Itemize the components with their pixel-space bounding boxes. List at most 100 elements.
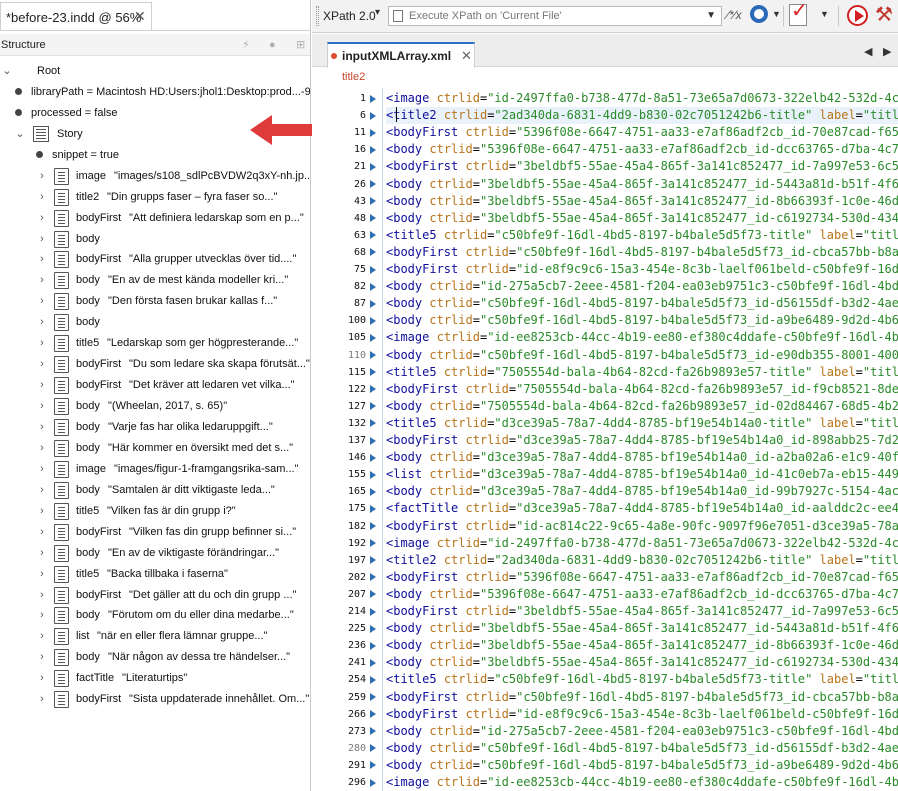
fold-expand-icon[interactable] <box>370 624 376 633</box>
fold-expand-icon[interactable] <box>370 248 376 257</box>
code-line[interactable]: <body ctrlid="5396f08e-6647-4751-aa33-e7… <box>386 141 898 158</box>
chevron-right-icon[interactable]: › <box>37 190 47 204</box>
chevron-right-icon[interactable]: › <box>37 273 47 287</box>
code-line[interactable]: <body ctrlid="3beldbf5-55ae-45a4-865f-3a… <box>386 620 898 637</box>
fold-expand-icon[interactable] <box>370 111 376 120</box>
code-line[interactable]: <title5 ctrlid="d3ce39a5-78a7-4dd4-8785-… <box>386 415 898 432</box>
code-line[interactable]: <body ctrlid="id-275a5cb7-2eee-4581-f204… <box>386 723 898 740</box>
fold-expand-icon[interactable] <box>370 675 376 684</box>
chevron-down-icon[interactable]: ⌄ <box>15 127 25 141</box>
fold-expand-icon[interactable] <box>370 316 376 325</box>
tree-node[interactable]: libraryPath = Macintosh HD:Users:jhol1:D… <box>0 82 310 103</box>
close-icon[interactable]: ✕ <box>461 48 472 64</box>
fold-expand-icon[interactable] <box>370 180 376 188</box>
circle-icon[interactable]: ● <box>269 38 276 52</box>
code-line[interactable]: <body ctrlid="3beldbf5-55ae-45a4-865f-3a… <box>386 637 898 654</box>
fold-expand-icon[interactable] <box>370 402 376 411</box>
tree-node[interactable]: › body "En av de mest kända modeller kri..… <box>0 270 310 291</box>
tree-node[interactable]: › bodyFirst "Det gäller att du och din gru… <box>0 585 310 606</box>
tree-node[interactable]: › body "Samtalen är ditt viktigaste leda..… <box>0 480 310 501</box>
chevron-left-icon[interactable]: ◀ <box>864 45 872 58</box>
chevron-right-icon[interactable]: › <box>37 252 47 266</box>
fold-expand-icon[interactable] <box>370 419 376 428</box>
code-line[interactable]: <bodyFirst ctrlid="7505554d-bala-4b64-82… <box>386 381 898 398</box>
fold-expand-icon[interactable] <box>370 368 376 377</box>
code-line[interactable]: <bodyFirst ctrlid="5396f08e-6647-4751-aa… <box>386 569 898 586</box>
tree-node[interactable]: › body "Varje fas har olika ledaruppgift..… <box>0 417 310 438</box>
tree-node[interactable]: › body "Här kommer en översikt med det s..… <box>0 438 310 459</box>
code-line[interactable]: <title5 ctrlid="c50bfe9f-16dl-4bd5-8197-… <box>386 227 898 244</box>
fold-expand-icon[interactable] <box>370 658 376 667</box>
code-line[interactable]: <title5 ctrlid="c50bfe9f-16dl-4bd5-8197-… <box>386 671 898 688</box>
chevron-right-icon[interactable]: › <box>37 546 47 560</box>
chevron-right-icon[interactable]: › <box>37 483 47 497</box>
fold-expand-icon[interactable] <box>370 607 376 616</box>
chevron-right-icon[interactable]: › <box>37 357 47 371</box>
chevron-right-icon[interactable]: › <box>37 671 47 685</box>
fold-expand-icon[interactable] <box>370 94 376 103</box>
fold-expand-icon[interactable] <box>370 145 376 154</box>
chevron-right-icon[interactable]: › <box>37 211 47 225</box>
fold-expand-icon[interactable] <box>370 162 376 171</box>
fold-expand-icon[interactable] <box>370 333 376 342</box>
chevron-right-icon[interactable]: › <box>37 567 47 581</box>
tree-node[interactable]: › title5 "Vilken fas är din grupp i?" <box>0 501 310 522</box>
chevron-right-icon[interactable]: › <box>37 336 47 350</box>
chevron-right-icon[interactable]: › <box>37 169 47 183</box>
fold-expand-icon[interactable] <box>370 590 376 599</box>
tree-node[interactable]: › image "images/s108_sdlPcBVDW2q3xY-nh.jp.… <box>0 166 310 187</box>
xpath-input[interactable]: Execute XPath on 'Current File' ▼ <box>388 6 722 26</box>
chevron-right-icon[interactable]: › <box>37 441 47 455</box>
toolbar-grip[interactable] <box>316 6 319 26</box>
code-line[interactable]: <title2 ctrlid="2ad340da-6831-4dd9-b830-… <box>386 107 898 125</box>
code-line[interactable]: <image ctrlid="id-2497ffa0-b738-477d-8a5… <box>386 90 898 107</box>
code-line[interactable]: <bodyFirst ctrlid="c50bfe9f-16dl-4bd5-81… <box>386 689 898 706</box>
tree-node[interactable]: › body "När någon av dessa tre händelser..… <box>0 647 310 668</box>
chevron-down-icon[interactable]: ▼ <box>820 9 829 19</box>
chevron-right-icon[interactable]: › <box>37 608 47 622</box>
chevron-right-icon[interactable]: › <box>37 378 47 392</box>
transform-icon[interactable] <box>847 5 868 26</box>
fold-expand-icon[interactable] <box>370 385 376 394</box>
fold-expand-icon[interactable] <box>370 231 376 240</box>
tree-node[interactable]: › body "(Wheelan, 2017, s. 65)" <box>0 396 310 417</box>
tree-node[interactable]: › body "En av de viktigaste förändringar..… <box>0 543 310 564</box>
xpath-version-label[interactable]: XPath 2.0 <box>323 9 376 23</box>
tree-node[interactable]: › bodyFirst "Vilken fas din grupp befinner… <box>0 522 310 543</box>
fold-expand-icon[interactable] <box>370 299 376 308</box>
tree-node[interactable]: › bodyFirst "Alla grupper utvecklas över t… <box>0 249 310 270</box>
code-line[interactable]: <bodyFirst ctrlid="id-e8f9c9c6-15a3-454e… <box>386 261 898 278</box>
code-line[interactable]: <body ctrlid="c50bfe9f-16dl-4bd5-8197-b4… <box>386 312 898 329</box>
fold-expand-icon[interactable] <box>370 436 376 445</box>
fold-expand-icon[interactable] <box>370 487 376 496</box>
editor-tab-inputxmlarray[interactable]: inputXMLArray.xml ✕ <box>327 42 475 68</box>
fold-expand-icon[interactable] <box>370 282 376 291</box>
tree-node[interactable]: › bodyFirst "Att definiera ledarskap som e… <box>0 208 310 229</box>
tree-node[interactable]: ⌄ Root <box>0 61 310 82</box>
tree-node[interactable]: › image "images/figur-1-framgangsrika-sam.… <box>0 459 310 480</box>
code-line[interactable]: <body ctrlid="7505554d-bala-4b64-82cd-fa… <box>386 398 898 415</box>
tree-node[interactable]: › bodyFirst "Sista uppdaterade innehållet.… <box>0 689 310 710</box>
code-line[interactable]: <title5 ctrlid="7505554d-bala-4b64-82cd-… <box>386 364 898 381</box>
chevron-right-icon[interactable]: › <box>37 588 47 602</box>
gear-icon[interactable] <box>750 5 768 23</box>
chevron-down-icon[interactable]: ▼ <box>706 10 716 21</box>
validate-icon[interactable]: ✓ <box>789 0 808 26</box>
tree-node[interactable]: › title2 "Din grupps faser – fyra faser so… <box>0 187 310 208</box>
chevron-right-icon[interactable]: › <box>37 462 47 476</box>
code-line[interactable]: <bodyFirst ctrlid="3beldbf5-55ae-45a4-86… <box>386 158 898 175</box>
tree-node[interactable]: › factTitle "Literaturtips" <box>0 668 310 689</box>
fold-expand-icon[interactable] <box>370 128 376 137</box>
tree-node[interactable]: › title5 "Backa tillbaka i faserna" <box>0 564 310 585</box>
code-line[interactable]: <image ctrlid="id-ee8253cb-44cc-4b19-ee8… <box>386 329 898 346</box>
chevron-right-icon[interactable]: › <box>37 420 47 434</box>
code-line[interactable]: <body ctrlid="c50bfe9f-16dl-4bd5-8197-b4… <box>386 295 898 312</box>
code-line[interactable]: <list ctrlid="d3ce39a5-78a7-4dd4-8785-bf… <box>386 466 898 483</box>
fold-expand-icon[interactable] <box>370 265 376 274</box>
fold-expand-icon[interactable] <box>370 641 376 650</box>
code-line[interactable]: <body ctrlid="id-275a5cb7-2eee-4581-f204… <box>386 278 898 295</box>
chevron-down-icon[interactable]: ▾ <box>375 7 380 18</box>
fold-expand-icon[interactable] <box>370 573 376 582</box>
fold-expand-icon[interactable] <box>370 351 376 359</box>
fold-expand-icon[interactable] <box>370 710 376 719</box>
